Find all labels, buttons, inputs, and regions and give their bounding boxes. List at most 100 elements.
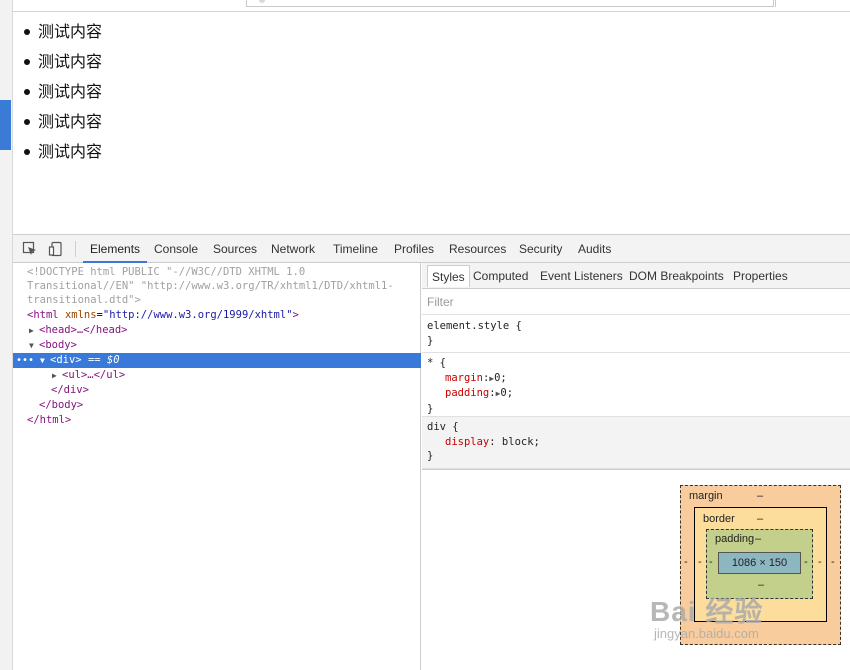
- tab-security[interactable]: Security: [512, 235, 569, 263]
- margin-top-value[interactable]: –: [757, 490, 763, 502]
- browser-top-bar: [13, 0, 850, 12]
- declaration-margin[interactable]: margin:▶0;: [427, 371, 845, 387]
- list-item: 测试内容: [23, 77, 102, 107]
- border-right-value[interactable]: -: [818, 556, 822, 568]
- border-top-value[interactable]: –: [757, 513, 763, 525]
- property-name: margin: [445, 371, 483, 384]
- expand-triangle-icon[interactable]: ▶: [52, 368, 62, 383]
- tab-network[interactable]: Network: [264, 235, 322, 263]
- tab-profiles[interactable]: Profiles: [387, 235, 441, 263]
- tab-computed[interactable]: Computed: [469, 265, 532, 287]
- tab-styles[interactable]: Styles: [427, 265, 470, 287]
- tab-console[interactable]: Console: [147, 235, 205, 263]
- selector: element.style {: [427, 320, 522, 332]
- rule-element-style[interactable]: element.style { }: [422, 316, 850, 353]
- tab-sources[interactable]: Sources: [206, 235, 264, 263]
- baidu-jingyan-watermark: Bai 经验 jingyan.baidu.com: [650, 590, 763, 641]
- box-model-section: margin – - - border – - - padding – - - …: [422, 469, 850, 670]
- dom-div-node-selected[interactable]: ••• ▼ <div> == $0: [13, 353, 421, 368]
- ul-tag: <ul>…</ul>: [62, 369, 126, 381]
- property-name: padding: [445, 387, 490, 399]
- div-close-tag: </div>: [51, 384, 89, 396]
- elements-tree: <!DOCTYPE html PUBLIC "-//W3C//DTD XHTML…: [13, 263, 421, 670]
- box-model-padding[interactable]: padding – - - – 1086 × 150: [706, 529, 813, 599]
- tab-timeline[interactable]: Timeline: [326, 235, 385, 263]
- box-model-content[interactable]: 1086 × 150: [718, 552, 801, 574]
- selected-marker: == $0: [87, 354, 120, 366]
- padding-top-value[interactable]: –: [755, 533, 761, 545]
- tab-audits[interactable]: Audits: [571, 235, 618, 263]
- rule-universal[interactable]: * { margin:▶0; padding:▶0; }: [422, 353, 850, 417]
- collapse-triangle-icon[interactable]: ▼: [40, 353, 50, 368]
- border-left-value[interactable]: -: [698, 556, 702, 568]
- padding-left-value[interactable]: -: [709, 556, 713, 568]
- attribute-name: xmlns: [64, 309, 97, 321]
- styles-sidebar: Styles Computed Event Listeners DOM Brea…: [422, 263, 850, 670]
- dom-div-close[interactable]: </div>: [13, 383, 421, 398]
- page-content: 测试内容 测试内容 测试内容 测试内容 测试内容: [13, 13, 850, 234]
- selector: div {: [427, 421, 459, 433]
- watermark-url: jingyan.baidu.com: [654, 626, 759, 641]
- dom-ul-node[interactable]: ▶ <ul>…</ul>: [13, 368, 421, 383]
- devtools-tab-bar: Elements Console Sources Network Timelin…: [13, 235, 850, 263]
- list-item-text: 测试内容: [38, 142, 103, 161]
- list-item: 测试内容: [23, 107, 102, 137]
- dom-html-close[interactable]: </html>: [13, 413, 421, 428]
- dom-body-close[interactable]: </body>: [13, 398, 421, 413]
- bullet-icon: [24, 59, 30, 65]
- property-value: block;: [501, 435, 540, 448]
- close-brace: }: [427, 334, 434, 347]
- html-tag-end: >: [292, 309, 299, 321]
- attribute-value: "http://www.w3.org/1999/xhtml": [102, 309, 293, 321]
- expand-triangle-icon[interactable]: ▶: [29, 323, 39, 338]
- doctype-text: Transitional//EN" "http://www.w3.org/TR/…: [27, 280, 394, 292]
- tab-properties[interactable]: Properties: [729, 265, 792, 287]
- inspect-element-icon[interactable]: [22, 241, 38, 257]
- declaration-display[interactable]: display: block;: [427, 435, 845, 450]
- property-value: 0;: [494, 371, 507, 384]
- selector: * {: [427, 357, 446, 369]
- div-tag: <div>: [50, 354, 82, 366]
- side-accent-tab[interactable]: [0, 100, 11, 150]
- toolbar-button[interactable]: [775, 0, 850, 7]
- head-tag: <head>…</head>: [39, 324, 128, 336]
- bullet-icon: [24, 89, 30, 95]
- list-item-text: 测试内容: [38, 82, 103, 101]
- content-list: 测试内容 测试内容 测试内容 测试内容 测试内容: [23, 17, 102, 167]
- tab-elements[interactable]: Elements: [83, 235, 148, 263]
- device-mode-icon[interactable]: [48, 241, 64, 257]
- html-tag: <html: [27, 309, 59, 321]
- list-item-text: 测试内容: [38, 52, 103, 71]
- dom-head-node[interactable]: ▶ <head>…</head>: [13, 323, 421, 338]
- declaration-padding[interactable]: padding:▶0;: [427, 386, 845, 402]
- dom-html-node[interactable]: <html xmlns="http://www.w3.org/1999/xhtm…: [13, 308, 421, 323]
- dom-doctype[interactable]: <!DOCTYPE html PUBLIC "-//W3C//DTD XHTML…: [13, 265, 421, 280]
- tab-resources[interactable]: Resources: [442, 235, 513, 263]
- margin-left-value[interactable]: -: [684, 556, 688, 568]
- dom-doctype-cont[interactable]: Transitional//EN" "http://www.w3.org/TR/…: [13, 279, 421, 294]
- tab-dom-breakpoints[interactable]: DOM Breakpoints: [625, 265, 728, 287]
- more-icon[interactable]: •••: [16, 353, 34, 368]
- doctype-text: transitional.dtd">: [27, 294, 141, 306]
- property-name: display: [445, 435, 490, 448]
- bullet-icon: [24, 29, 30, 35]
- bullet-icon: [24, 119, 30, 125]
- styles-filter-input[interactable]: Filter: [422, 290, 850, 315]
- rule-div-user-agent[interactable]: div { display: block; }: [422, 417, 850, 469]
- collapse-triangle-icon[interactable]: ▼: [29, 338, 39, 353]
- list-item: 测试内容: [23, 47, 102, 77]
- border-label: border: [703, 513, 735, 525]
- toolbar-divider: [75, 241, 76, 257]
- padding-right-value[interactable]: -: [804, 556, 808, 568]
- padding-label: padding: [715, 533, 755, 545]
- list-item: 测试内容: [23, 17, 102, 47]
- dom-body-node[interactable]: ▼ <body>: [13, 338, 421, 353]
- close-brace: }: [427, 450, 434, 462]
- doctype-text: <!DOCTYPE html PUBLIC "-//W3C//DTD XHTML…: [27, 266, 306, 278]
- dom-doctype-cont[interactable]: transitional.dtd">: [13, 293, 421, 308]
- tab-event-listeners[interactable]: Event Listeners: [536, 265, 627, 287]
- close-brace: }: [427, 402, 434, 415]
- margin-right-value[interactable]: -: [831, 556, 835, 568]
- property-value: 0;: [500, 387, 514, 399]
- address-bar[interactable]: [246, 0, 774, 7]
